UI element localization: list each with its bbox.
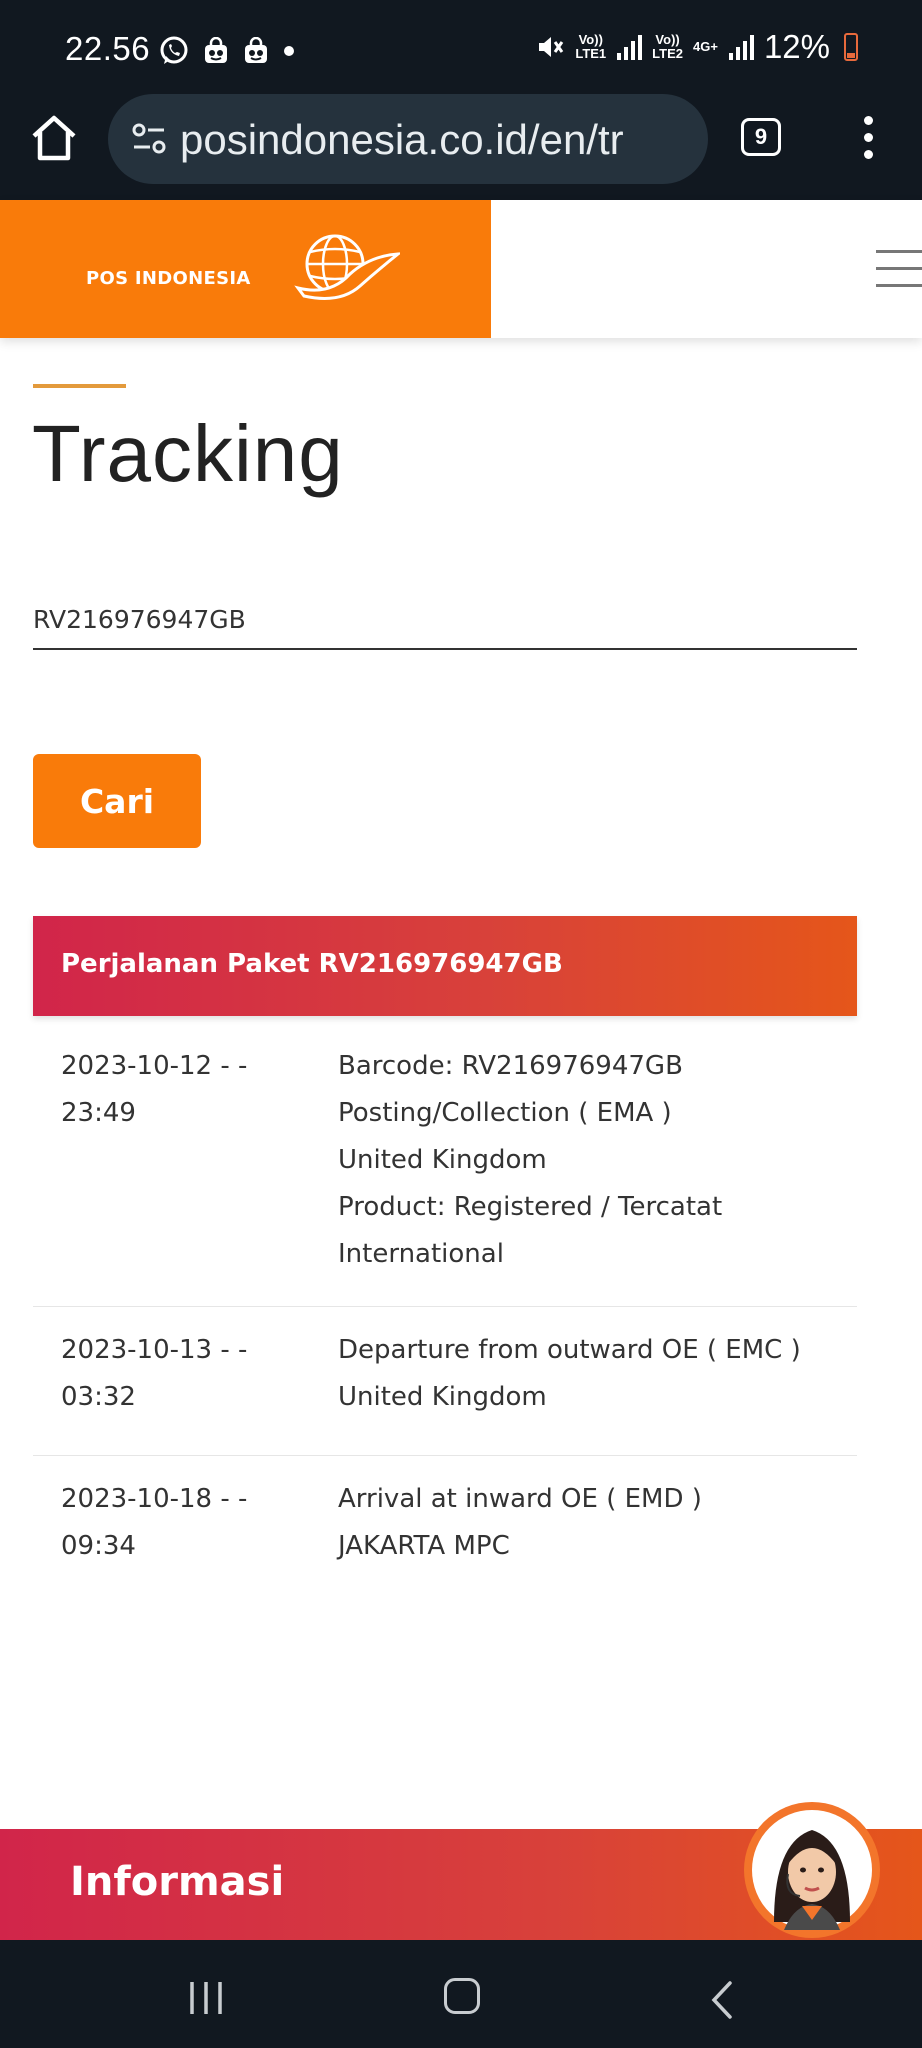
sim1-label: Vo)) LTE1	[575, 32, 607, 61]
avatar-icon	[752, 1810, 872, 1930]
signal-icon	[617, 35, 643, 60]
page-title: Tracking	[32, 409, 344, 498]
tracking-event-row: 2023-10-18 - - 09:34 Arrival at inward O…	[33, 1456, 857, 1605]
system-nav-bar	[0, 1940, 922, 2048]
signal-icon	[728, 35, 754, 60]
back-icon[interactable]	[706, 1980, 736, 2020]
whatsapp-icon	[160, 36, 188, 64]
event-datetime: 2023-10-18 - - 09:34	[61, 1484, 248, 1561]
browser-menu-icon[interactable]	[858, 116, 878, 160]
battery-icon	[844, 33, 858, 61]
brand-name: POS INDONESIA	[86, 268, 251, 289]
event-description: Barcode: RV216976947GB Posting/Collectio…	[338, 1051, 723, 1269]
tracking-result-panel: Perjalanan Paket RV216976947GB 2023-10-1…	[33, 916, 857, 1605]
browser-toolbar: posindonesia.co.id/en/tr 9	[0, 90, 922, 200]
shopping-bag-icon	[245, 37, 267, 63]
hamburger-menu-icon[interactable]	[876, 250, 922, 290]
sim2-label: Vo)) LTE2	[652, 32, 683, 61]
status-time: 22.56	[65, 30, 151, 67]
event-datetime: 2023-10-12 - - 23:49	[61, 1051, 248, 1128]
status-bar: 22.56 Vo)) LTE1 Vo)) LTE2 4G+ 12%	[0, 0, 922, 90]
network-type: 4G+	[693, 39, 718, 54]
home-nav-icon[interactable]	[444, 1978, 480, 2014]
event-description: Arrival at inward OE ( EMD ) JAKARTA MPC	[338, 1484, 702, 1561]
tab-switcher-button[interactable]: 9	[741, 118, 781, 156]
status-indicators: Vo)) LTE1 Vo)) LTE2 4G+ 12%	[535, 28, 858, 66]
search-button[interactable]: Cari	[33, 754, 201, 848]
site-header: POS INDONESIA	[0, 200, 922, 338]
brand-banner[interactable]: POS INDONESIA	[0, 200, 491, 338]
footer-title: Informasi	[70, 1859, 285, 1905]
dot-icon	[284, 46, 294, 56]
pos-indonesia-logo-icon	[294, 234, 400, 300]
tracking-event-row: 2023-10-12 - - 23:49 Barcode: RV21697694…	[33, 1016, 857, 1307]
shopping-bag-icon	[205, 37, 227, 63]
battery-percent: 12%	[763, 28, 830, 65]
tracking-number-input[interactable]	[33, 590, 857, 650]
home-icon[interactable]	[28, 112, 80, 164]
result-header: Perjalanan Paket RV216976947GB	[33, 916, 857, 1016]
event-datetime: 2023-10-13 - - 03:32	[61, 1335, 248, 1412]
address-bar[interactable]: posindonesia.co.id/en/tr	[108, 94, 708, 184]
mute-icon	[539, 37, 564, 57]
chat-assistant-avatar-icon[interactable]	[744, 1802, 880, 1938]
tracking-event-row: 2023-10-13 - - 03:32 Departure from outw…	[33, 1307, 857, 1456]
title-accent-line	[33, 384, 126, 388]
site-settings-icon[interactable]	[130, 120, 168, 158]
url-text[interactable]: posindonesia.co.id/en/tr	[180, 116, 624, 164]
notification-icons	[158, 35, 296, 67]
recent-apps-icon[interactable]	[188, 1980, 224, 2016]
event-description: Departure from outward OE ( EMC ) United…	[338, 1335, 801, 1412]
